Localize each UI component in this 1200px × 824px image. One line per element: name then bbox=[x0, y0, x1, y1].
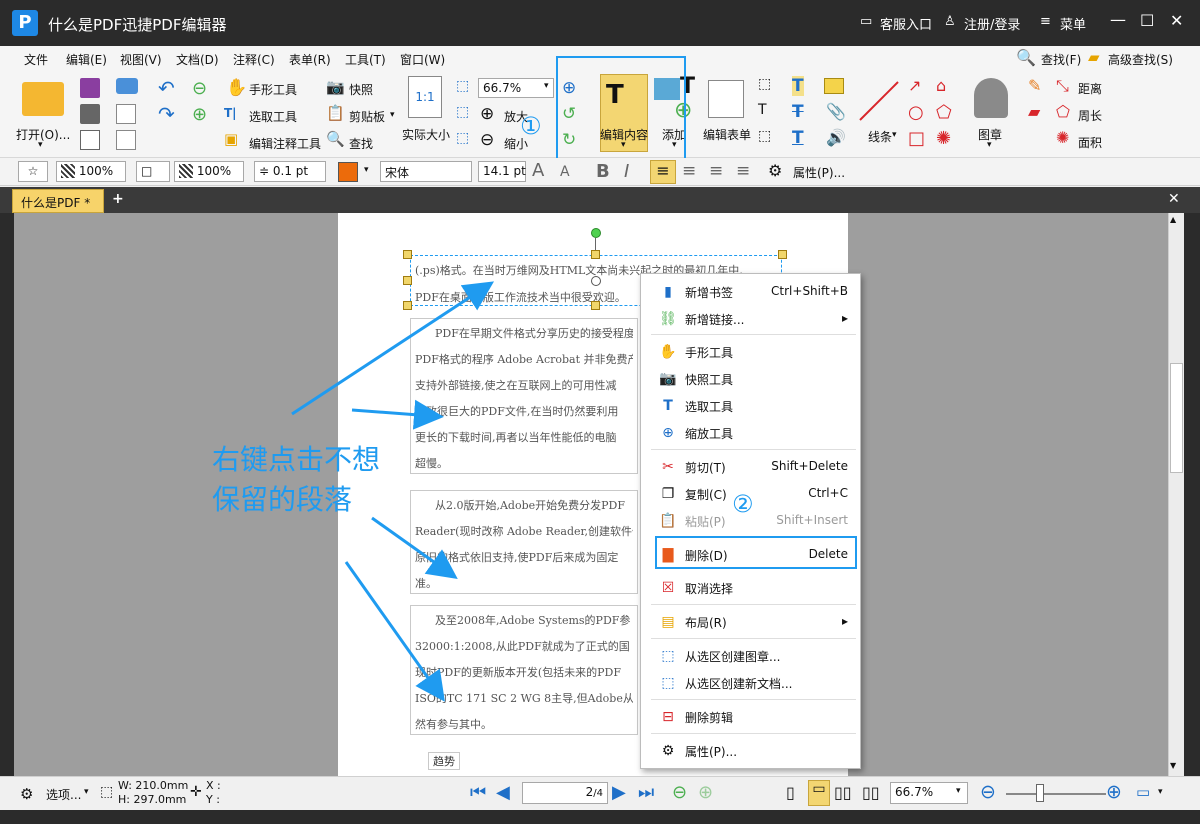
options-button[interactable]: 选项... bbox=[46, 786, 81, 803]
menu-item-layout[interactable]: ▤ 布局(R) ▸ bbox=[641, 608, 860, 634]
camera-icon: 📷 bbox=[659, 371, 677, 387]
annotation-label: 右键点击不想 保留的段落 bbox=[212, 440, 380, 520]
hand-icon: ✋ bbox=[659, 344, 677, 360]
menu-item-delete-clip[interactable]: ⊟ 删除剪辑 bbox=[641, 703, 860, 729]
menu-separator bbox=[651, 638, 856, 639]
menu-item-deselect[interactable]: ☒ 取消选择 bbox=[641, 574, 860, 600]
menu-separator bbox=[651, 699, 856, 700]
status-bar: ⚙ 选项... ▾ ⬚ W: 210.0mm H: 297.0mm ✛ X : … bbox=[0, 776, 1200, 810]
bookmark-add-icon: ▮ bbox=[664, 284, 672, 300]
options-dropdown-icon[interactable]: ▾ bbox=[84, 787, 89, 797]
menu-item-create-stamp[interactable]: ⬚ 从选区创建图章... bbox=[641, 642, 860, 668]
menu-item-properties[interactable]: ⚙ 属性(P)... bbox=[641, 737, 860, 763]
menu-item-hand-tool[interactable]: ✋ 手形工具 bbox=[641, 338, 860, 364]
context-menu: ▮ 新增书签 Ctrl+Shift+B ⛓ 新增链接... ▸ ✋ 手形工具 📷 快照工具 … bbox=[640, 273, 861, 769]
annotation-line-1: 右键点击不想 bbox=[212, 443, 381, 476]
history-back-icon[interactable]: ⊖ bbox=[672, 782, 687, 803]
zoom-slider-thumb[interactable] bbox=[1036, 784, 1044, 802]
menu-item-add-link[interactable]: ⛓ 新增链接... ▸ bbox=[641, 305, 860, 331]
page-height-value: H: 297.0mm bbox=[118, 793, 187, 806]
menu-item-zoom-tool[interactable]: ⊕ 缩放工具 bbox=[641, 419, 860, 445]
clip-delete-icon: ⊟ bbox=[662, 709, 674, 725]
menu-item-cut[interactable]: ✂ 剪切(T) Shift+Delete bbox=[641, 453, 860, 479]
last-page-icon[interactable]: ⏭ bbox=[638, 782, 654, 803]
doc-create-icon: ⬚ bbox=[661, 675, 675, 691]
single-page-icon[interactable]: ▯ bbox=[786, 783, 795, 802]
zoom-icon: ⊕ bbox=[662, 425, 674, 441]
menu-item-add-bookmark[interactable]: ▮ 新增书签 Ctrl+Shift+B bbox=[641, 278, 860, 304]
annotation-arrows bbox=[291, 281, 495, 702]
history-forward-icon[interactable]: ⊕ bbox=[698, 782, 713, 803]
page-width-value: W: 210.0mm bbox=[118, 779, 189, 792]
menu-separator bbox=[651, 604, 856, 605]
deselect-icon: ☒ bbox=[661, 580, 675, 596]
layout-icon: ▤ bbox=[661, 614, 675, 630]
copy-icon: ❐ bbox=[661, 486, 675, 502]
menu-separator bbox=[651, 449, 856, 450]
facing-page-icon[interactable]: ▯▯ bbox=[834, 783, 852, 802]
annotation-line-2: 保留的段落 bbox=[212, 483, 353, 516]
menu-separator bbox=[651, 733, 856, 734]
paste-icon: 📋 bbox=[659, 513, 677, 529]
menu-item-create-document[interactable]: ⬚ 从选区创建新文档... bbox=[641, 669, 860, 695]
prev-page-icon[interactable]: ◀ bbox=[496, 782, 510, 803]
settings-gear-icon[interactable]: ⚙ bbox=[20, 785, 33, 803]
cursor-position-icon: ✛ bbox=[190, 784, 202, 800]
step2-marker: ② bbox=[732, 490, 754, 518]
cursor-y-value: Y : bbox=[206, 793, 220, 806]
zoom-out-status-icon[interactable]: ⊖ bbox=[980, 781, 996, 803]
bottom-frame bbox=[0, 810, 1200, 824]
step2-highlight bbox=[655, 536, 857, 569]
menu-item-snapshot-tool[interactable]: 📷 快照工具 bbox=[641, 365, 860, 391]
status-zoom-dropdown-icon[interactable]: ▾ bbox=[956, 786, 961, 796]
first-page-icon[interactable]: ⏮ bbox=[470, 782, 486, 803]
cursor-x-value: X : bbox=[206, 779, 221, 792]
fullscreen-icon[interactable]: ▭ bbox=[1136, 783, 1150, 801]
select-text-icon: T bbox=[663, 398, 673, 414]
zoom-slider-track[interactable] bbox=[1006, 793, 1106, 795]
link-add-icon: ⛓ bbox=[659, 311, 677, 327]
next-page-icon[interactable]: ▶ bbox=[612, 782, 626, 803]
page-total: /4 bbox=[593, 788, 603, 799]
view-dropdown-icon[interactable]: ▾ bbox=[1158, 787, 1163, 797]
continuous-facing-icon[interactable]: ▯▯ bbox=[862, 783, 880, 802]
continuous-page-icon[interactable]: ▭ bbox=[808, 780, 830, 806]
page-size-icon: ⬚ bbox=[100, 784, 114, 800]
zoom-in-status-icon[interactable]: ⊕ bbox=[1106, 781, 1122, 803]
menu-separator bbox=[651, 334, 856, 335]
menu-item-select-tool[interactable]: T 选取工具 bbox=[641, 392, 860, 418]
scissors-icon: ✂ bbox=[662, 459, 674, 475]
page-number-input[interactable]: 2/4 bbox=[522, 782, 608, 804]
stamp-create-icon: ⬚ bbox=[661, 648, 675, 664]
properties-icon: ⚙ bbox=[661, 743, 675, 759]
